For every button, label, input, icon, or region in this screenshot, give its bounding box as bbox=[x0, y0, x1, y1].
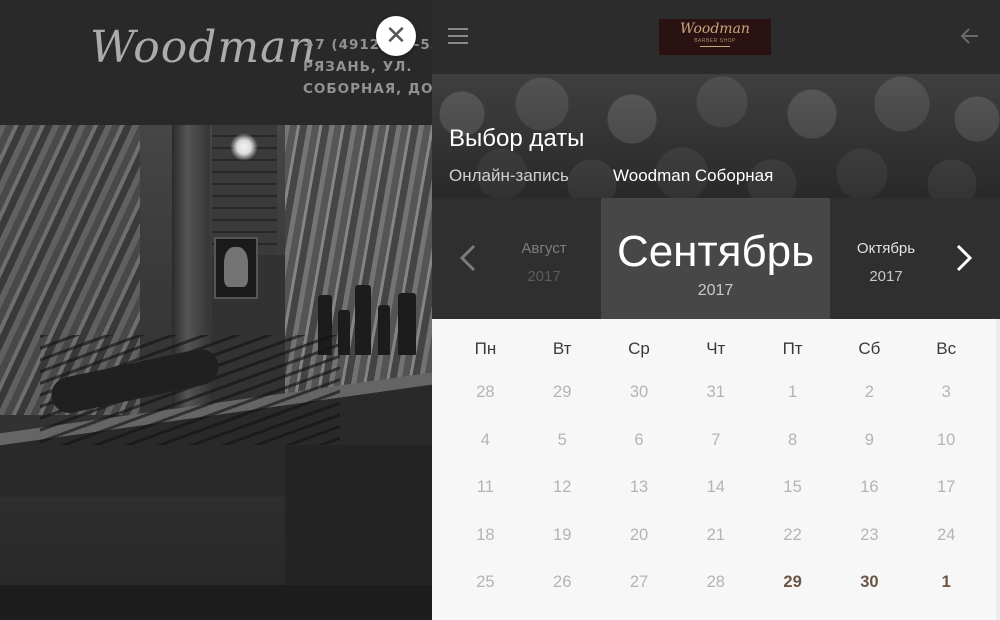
previous-month[interactable]: Август 2017 bbox=[504, 240, 584, 285]
calendar-day-available[interactable]: 1 bbox=[908, 573, 985, 592]
calendar-day-unavailable: 18 bbox=[476, 525, 495, 544]
calendar-day-unavailable: 20 bbox=[629, 525, 649, 544]
calendar-day-unavailable: 25 bbox=[476, 573, 495, 592]
current-month-name: Сентябрь bbox=[616, 227, 815, 276]
current-month: Сентябрь 2017 bbox=[601, 198, 830, 319]
calendar-day-unavailable: 29 bbox=[553, 383, 572, 402]
calendar-day-unavailable: 9 bbox=[864, 430, 874, 449]
calendar-scrollbar[interactable] bbox=[996, 319, 1000, 620]
calendar-day-unavailable: 24 bbox=[937, 525, 956, 544]
calendar-day-available[interactable]: 30 bbox=[831, 573, 908, 592]
calendar-week-row: 4 5 6 7 8 9 10 bbox=[447, 417, 985, 465]
calendar-day-unavailable: 22 bbox=[783, 525, 802, 544]
close-icon: ✕ bbox=[385, 21, 407, 51]
next-month-name: Октябрь bbox=[856, 240, 916, 257]
calendar-day-unavailable: 12 bbox=[553, 478, 572, 497]
calendar-day-unavailable: 26 bbox=[553, 573, 572, 592]
month-selector: Август 2017 Сентябрь 2017 Октябрь 2017 bbox=[432, 198, 1000, 319]
calendar-day-unavailable: 3 bbox=[941, 383, 951, 402]
calendar-week-row: 18 19 20 21 22 23 24 bbox=[447, 512, 985, 560]
calendar-day-available[interactable]: 29 bbox=[754, 573, 831, 592]
booking-panel: Woodman BARBER SHOP Выбор даты Онлайн-за… bbox=[432, 0, 1000, 620]
weekday-label: Пн bbox=[474, 339, 497, 358]
weekday-label: Чт bbox=[706, 339, 726, 358]
calendar-day-unavailable: 8 bbox=[787, 430, 798, 449]
header-banner: Выбор даты Онлайн-запись Woodman Соборна… bbox=[432, 74, 1000, 198]
calendar: Пн Вт Ср Чт Пт Сб Вс 28 29 30 31 1 2 3 4 5 6 7 8 9 10… bbox=[432, 319, 1000, 620]
hamburger-icon[interactable] bbox=[448, 28, 468, 44]
calendar-day-unavailable: 2 bbox=[864, 383, 874, 402]
weekday-label: Ср bbox=[628, 339, 650, 358]
calendar-day-unavailable: 27 bbox=[629, 573, 649, 592]
weekday-label: Вс bbox=[936, 339, 957, 358]
calendar-day-unavailable: 7 bbox=[711, 430, 721, 449]
calendar-day-unavailable: 21 bbox=[706, 525, 725, 544]
calendar-day-unavailable: 23 bbox=[860, 525, 879, 544]
calendar-day-unavailable: 4 bbox=[480, 430, 490, 449]
calendar-day-unavailable: 28 bbox=[476, 383, 495, 402]
calendar-week-row: 11 12 13 14 15 16 17 bbox=[447, 464, 985, 512]
next-month-year: 2017 bbox=[869, 268, 903, 285]
calendar-week-row: 28 29 30 31 1 2 3 bbox=[447, 369, 985, 417]
weekday-label: Вт bbox=[552, 339, 572, 358]
calendar-day-unavailable: 6 bbox=[634, 430, 644, 449]
weekday-header: Пн Вт Ср Чт Пт Сб Вс bbox=[447, 319, 985, 369]
calendar-day-unavailable: 1 bbox=[787, 383, 798, 402]
close-button[interactable]: ✕ bbox=[376, 16, 416, 56]
calendar-day-unavailable: 16 bbox=[860, 478, 879, 497]
previous-month-name: Август bbox=[521, 240, 567, 257]
calendar-day-unavailable: 13 bbox=[629, 478, 649, 497]
brand-logo-tagline: BARBER SHOP bbox=[694, 38, 736, 44]
previous-month-year: 2017 bbox=[527, 268, 561, 285]
weekday-label: Пт bbox=[782, 339, 803, 358]
page-subtitle: Онлайн-запись bbox=[449, 166, 569, 185]
calendar-day-unavailable: 31 bbox=[706, 383, 725, 402]
calendar-grid: Пн Вт Ср Чт Пт Сб Вс 28 29 30 31 1 2 3 4 5 6 7 8 9 10… bbox=[447, 319, 985, 607]
calendar-weeks: 28 29 30 31 1 2 3 4 5 6 7 8 9 10 11 12 13 14 15 16 17 18 19 20 2… bbox=[447, 369, 985, 607]
panel-topbar: Woodman BARBER SHOP bbox=[432, 0, 1000, 74]
brand-logo-mark bbox=[700, 46, 730, 52]
calendar-day-unavailable: 30 bbox=[629, 383, 649, 402]
chevron-left-icon[interactable] bbox=[454, 238, 484, 278]
calendar-day-unavailable: 15 bbox=[783, 478, 802, 497]
calendar-day-unavailable: 28 bbox=[706, 573, 725, 592]
calendar-day-unavailable: 19 bbox=[553, 525, 572, 544]
brand-logo-name: Woodman bbox=[680, 21, 750, 37]
arrow-left-icon[interactable] bbox=[958, 24, 982, 48]
next-month[interactable]: Октябрь 2017 bbox=[846, 240, 926, 285]
calendar-day-unavailable: 5 bbox=[557, 430, 567, 449]
page-title: Выбор даты bbox=[449, 125, 585, 152]
weekday-label: Сб bbox=[858, 339, 881, 358]
brand-logo: Woodman BARBER SHOP bbox=[659, 19, 771, 55]
chevron-right-icon[interactable] bbox=[948, 238, 978, 278]
current-month-year: 2017 bbox=[697, 282, 734, 299]
background-site: Woodman +7 (4912) 50-53-1 РЯЗАНЬ, УЛ. СО… bbox=[0, 0, 432, 620]
calendar-day-unavailable: 11 bbox=[476, 478, 494, 497]
branch-name: Woodman Соборная bbox=[613, 166, 774, 185]
calendar-week-row: 25 26 27 28 29 30 1 bbox=[447, 559, 985, 607]
calendar-day-unavailable: 10 bbox=[937, 430, 956, 449]
calendar-day-unavailable: 14 bbox=[706, 478, 725, 497]
calendar-day-unavailable: 17 bbox=[937, 478, 956, 497]
